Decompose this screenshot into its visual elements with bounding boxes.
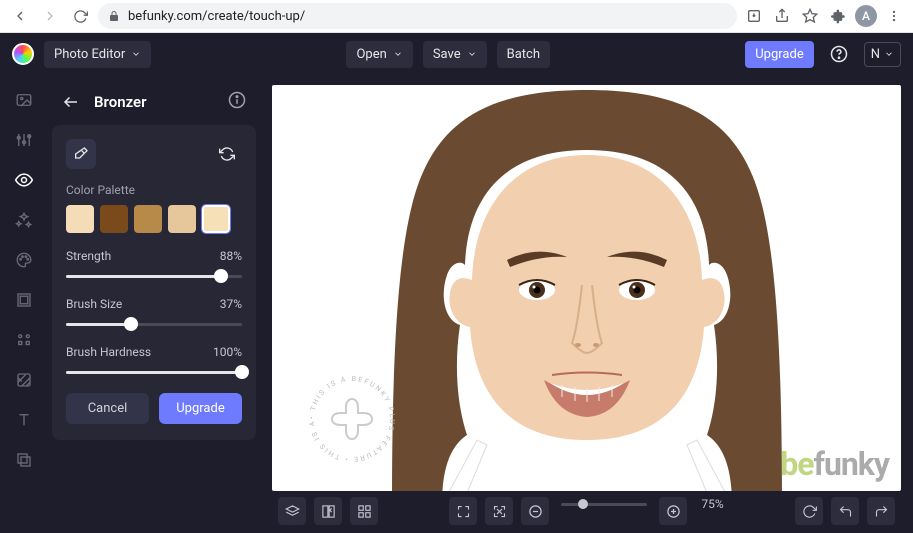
address-bar[interactable]: befunky.com/create/touch-up/ <box>98 3 737 29</box>
color-swatches <box>66 205 242 233</box>
strength-slider-row: Strength 88% <box>66 249 242 283</box>
rail-graphics-icon[interactable] <box>13 329 35 351</box>
rotate-button[interactable] <box>795 497 823 525</box>
watermark: befunky <box>780 445 889 483</box>
upgrade-button-top[interactable]: Upgrade <box>745 41 813 68</box>
upgrade-button-panel[interactable]: Upgrade <box>159 393 242 424</box>
compare-button[interactable] <box>314 497 342 525</box>
install-app-icon[interactable] <box>743 5 765 27</box>
chevron-down-icon <box>131 49 141 59</box>
chevron-down-icon <box>884 49 894 59</box>
rail-frames-icon[interactable] <box>13 289 35 311</box>
app-toolbar: Photo Editor Open Save Batch Upgrade N <box>0 33 913 75</box>
url-text: befunky.com/create/touch-up/ <box>128 9 305 24</box>
profile-avatar[interactable]: A <box>855 5 877 27</box>
swatch-4[interactable] <box>202 205 230 233</box>
fit-screen-button[interactable] <box>485 497 513 525</box>
rail-textures-icon[interactable] <box>13 449 35 471</box>
brush-size-slider-row: Brush Size 37% <box>66 297 242 331</box>
zoom-in-button[interactable] <box>659 497 687 525</box>
brush-size-slider[interactable] <box>66 317 242 331</box>
plus-feature-badge: • THIS IS A BEFUNKY PLUS FEATURE • THIS … <box>302 369 402 469</box>
zoom-out-button[interactable] <box>521 497 549 525</box>
bookmark-star-icon[interactable] <box>799 5 821 27</box>
tool-panel: Bronzer Color Palette Strength88% Bru <box>48 75 264 533</box>
nav-back-button[interactable] <box>8 4 32 28</box>
share-icon[interactable] <box>771 5 793 27</box>
rail-overlays-icon[interactable] <box>13 369 35 391</box>
rail-touchup-icon[interactable] <box>13 169 35 191</box>
brush-size-value: 37% <box>220 297 242 311</box>
browser-toolbar: befunky.com/create/touch-up/ A <box>0 0 913 33</box>
kebab-menu-icon[interactable] <box>883 5 905 27</box>
panel-back-button[interactable] <box>58 89 84 115</box>
swatch-3[interactable] <box>168 205 196 233</box>
grid-button[interactable] <box>350 497 378 525</box>
rail-sliders-icon[interactable] <box>13 129 35 151</box>
save-button[interactable]: Save <box>423 41 487 68</box>
strength-slider[interactable] <box>66 269 242 283</box>
brush-hardness-value: 100% <box>213 345 242 359</box>
reset-button[interactable] <box>212 139 242 169</box>
rail-image-icon[interactable] <box>13 89 35 111</box>
nav-reload-button[interactable] <box>68 4 92 28</box>
rail-text-icon[interactable] <box>13 409 35 431</box>
batch-button[interactable]: Batch <box>497 41 550 68</box>
redo-button[interactable] <box>867 497 895 525</box>
chevron-down-icon <box>393 49 403 59</box>
tool-rail <box>0 75 48 533</box>
color-palette-label: Color Palette <box>66 183 242 197</box>
editor-mode-dropdown[interactable]: Photo Editor <box>44 41 151 68</box>
brush-size-label: Brush Size <box>66 297 122 311</box>
rail-artsy-icon[interactable] <box>13 249 35 271</box>
zoom-percent: 75% <box>701 497 723 525</box>
brush-hardness-slider-row: Brush Hardness 100% <box>66 345 242 379</box>
chevron-down-icon <box>467 49 477 59</box>
swatch-2[interactable] <box>134 205 162 233</box>
layers-button[interactable] <box>278 497 306 525</box>
panel-title: Bronzer <box>94 93 218 111</box>
undo-button[interactable] <box>831 497 859 525</box>
brush-hardness-slider[interactable] <box>66 365 242 379</box>
strength-label: Strength <box>66 249 111 263</box>
strength-value: 88% <box>220 249 242 263</box>
cancel-button[interactable]: Cancel <box>66 393 149 424</box>
svg-text:• THIS IS A BEFUNKY PLUS FEATU: • THIS IS A BEFUNKY PLUS FEATURE • THIS … <box>308 375 396 463</box>
rail-effects-icon[interactable] <box>13 209 35 231</box>
brush-hardness-label: Brush Hardness <box>66 345 151 359</box>
canvas-footer: 75% <box>272 491 901 525</box>
canvas-area: • THIS IS A BEFUNKY PLUS FEATURE • THIS … <box>264 75 913 533</box>
swatch-1[interactable] <box>100 205 128 233</box>
user-menu[interactable]: N <box>864 42 901 67</box>
bronzer-settings-card: Color Palette Strength88% Brush Size37% … <box>52 125 256 440</box>
fullscreen-button[interactable] <box>449 497 477 525</box>
info-button[interactable] <box>228 91 250 113</box>
help-button[interactable] <box>824 39 854 69</box>
swatch-0[interactable] <box>66 205 94 233</box>
canvas[interactable]: • THIS IS A BEFUNKY PLUS FEATURE • THIS … <box>272 85 901 491</box>
app-logo[interactable] <box>12 43 34 65</box>
main-area: Bronzer Color Palette Strength88% Bru <box>0 75 913 533</box>
zoom-slider[interactable] <box>561 497 647 511</box>
open-button[interactable]: Open <box>346 41 412 68</box>
extensions-icon[interactable] <box>827 5 849 27</box>
nav-forward-button[interactable] <box>38 4 62 28</box>
erase-toggle-button[interactable] <box>66 139 96 169</box>
lock-icon <box>108 10 120 22</box>
